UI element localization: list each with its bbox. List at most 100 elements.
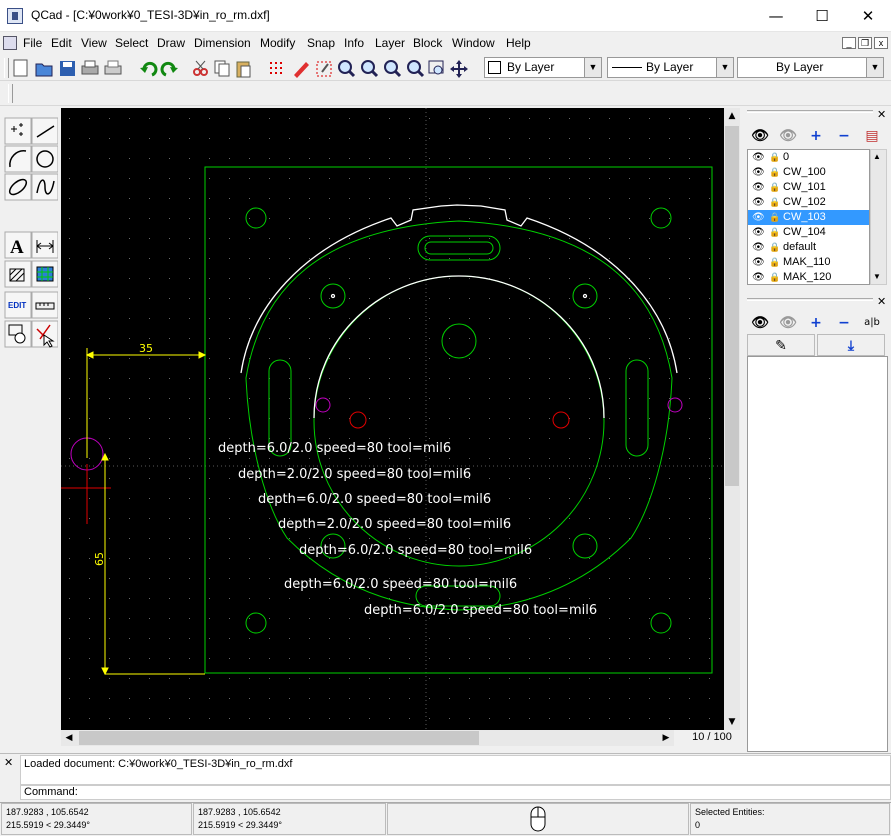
close-icon[interactable]: ✕ (4, 756, 13, 769)
menu-file[interactable]: File (23, 36, 42, 50)
hide-all-blocks-button[interactable]: 👁 (775, 312, 801, 334)
close-icon[interactable]: ✕ (877, 108, 886, 121)
lock-icon[interactable]: 🔒 (769, 225, 780, 240)
dock-grip[interactable] (747, 298, 873, 301)
layer-item[interactable]: 👁 🔒 default (748, 240, 869, 255)
lock-icon[interactable]: 🔒 (769, 195, 780, 210)
linetype-combo-value: By Layer (646, 60, 694, 74)
linewidth-combo[interactable]: By Layer ▼ (737, 57, 884, 78)
layer-list[interactable]: 👁 🔒 0 👁 🔒 CW_100 👁 🔒 CW_101 👁 🔒 CW_102 👁 🔒 CW_103 … (747, 149, 870, 285)
scroll-down-icon[interactable]: ▼ (873, 272, 881, 281)
eye-icon[interactable]: 👁 (752, 210, 765, 225)
menu-edit[interactable]: Edit (51, 36, 72, 50)
scroll-up-icon[interactable]: ▲ (873, 152, 881, 161)
lock-icon[interactable]: 🔒 (769, 240, 780, 255)
linetype-sample (612, 67, 642, 68)
drawing-canvas[interactable]: 35 65 depth=6.0/2.0 speed=80 tool=mil6 d… (61, 108, 724, 730)
layer-item-selected[interactable]: 👁 🔒 CW_103 (748, 210, 869, 225)
note-6: depth=6.0/2.0 speed=80 tool=mil6 (284, 577, 517, 592)
mdi-restore-button[interactable]: ❐ (858, 37, 872, 49)
scroll-right-icon[interactable]: ▶ (658, 730, 674, 746)
rename-block-button[interactable]: a|b (859, 312, 885, 334)
layer-item[interactable]: 👁 🔒 CW_102 (748, 195, 869, 210)
show-all-blocks-button[interactable]: 👁 (747, 312, 773, 334)
lock-icon[interactable]: 🔒 (769, 255, 780, 270)
menu-help[interactable]: Help (506, 36, 531, 50)
edit-layer-button[interactable]: ▤ (859, 125, 885, 147)
scroll-thumb[interactable] (725, 126, 739, 486)
remove-layer-button[interactable]: − (831, 125, 857, 147)
layer-item[interactable]: 👁 🔒 MAK_110 (748, 255, 869, 270)
lock-icon[interactable]: 🔒 (769, 210, 780, 225)
menu-view[interactable]: View (81, 36, 107, 50)
menu-layer[interactable]: Layer (375, 36, 405, 50)
eye-icon[interactable]: 👁 (752, 240, 765, 255)
eye-icon[interactable]: 👁 (752, 225, 765, 240)
menu-dimension[interactable]: Dimension (194, 36, 251, 50)
close-icon[interactable]: ✕ (877, 295, 886, 308)
scroll-left-icon[interactable]: ◀ (61, 730, 77, 746)
toolbar-grip[interactable] (4, 58, 9, 78)
menu-draw[interactable]: Draw (157, 36, 185, 50)
eye-icon[interactable]: 👁 (752, 195, 765, 210)
dim-35-label: 35 (139, 342, 153, 355)
dock-grip[interactable] (747, 110, 873, 113)
image-tool-icon (36, 266, 54, 282)
command-input[interactable]: Command: (20, 785, 891, 800)
scroll-up-icon[interactable]: ▲ (724, 108, 740, 124)
minimize-button[interactable]: — (753, 0, 799, 32)
color-combo-value: By Layer (507, 60, 555, 74)
menu-snap[interactable]: Snap (307, 36, 335, 50)
vertical-scrollbar[interactable]: ▲ ▼ (724, 108, 740, 730)
lock-icon[interactable]: 🔒 (769, 165, 780, 180)
open-icon (35, 63, 53, 77)
mdi-close-button[interactable]: x (874, 37, 888, 49)
color-combo[interactable]: By Layer ▼ (484, 57, 602, 78)
menu-block[interactable]: Block (413, 36, 442, 50)
linewidth-combo-value: By Layer (776, 60, 824, 74)
mdi-minimize-button[interactable]: _ (842, 37, 856, 49)
block-list[interactable] (747, 356, 888, 752)
drawing-svg[interactable]: 35 65 depth=6.0/2.0 speed=80 tool=mil6 d… (61, 108, 724, 730)
toolbar-grip[interactable] (8, 84, 13, 103)
edit-block-button[interactable]: ✎ (747, 334, 815, 356)
menu-info[interactable]: Info (344, 36, 364, 50)
eye-icon[interactable]: 👁 (752, 255, 765, 270)
close-button[interactable]: ✕ (845, 0, 891, 32)
add-layer-button[interactable]: + (803, 125, 829, 147)
eye-icon[interactable]: 👁 (752, 270, 765, 284)
scroll-down-icon[interactable]: ▼ (724, 714, 740, 730)
layer-item[interactable]: 👁 🔒 CW_104 (748, 225, 869, 240)
layer-list-scrollbar[interactable]: ▲ ▼ (870, 149, 887, 285)
measure-tool-icon (35, 302, 55, 310)
horizontal-scrollbar[interactable]: ◀ ▶ (61, 730, 674, 746)
layer-item[interactable]: 👁 🔒 0 (748, 150, 869, 165)
insert-block-button[interactable]: ⤓ (817, 334, 885, 356)
menu-modify[interactable]: Modify (260, 36, 295, 50)
lock-icon[interactable]: 🔒 (769, 270, 780, 284)
menu-window[interactable]: Window (452, 36, 495, 50)
draft-icon (294, 62, 309, 78)
remove-block-button[interactable]: − (831, 312, 857, 334)
eye-icon[interactable]: 👁 (752, 150, 765, 165)
zoom-auto-icon (384, 60, 402, 78)
hide-all-layers-button[interactable]: 👁 (775, 125, 801, 147)
scroll-thumb[interactable] (79, 731, 479, 745)
layer-item[interactable]: 👁 🔒 MAK_120 (748, 270, 869, 284)
layer-item[interactable]: 👁 🔒 CW_101 (748, 180, 869, 195)
linetype-combo[interactable]: By Layer ▼ (607, 57, 734, 78)
eye-icon[interactable]: 👁 (752, 165, 765, 180)
show-all-layers-button[interactable]: 👁 (747, 125, 773, 147)
layer-item[interactable]: 👁 🔒 CW_100 (748, 165, 869, 180)
add-block-button[interactable]: + (803, 312, 829, 334)
menu-select[interactable]: Select (115, 36, 148, 50)
layer-name: CW_100 (783, 166, 826, 178)
lock-icon[interactable]: 🔒 (769, 180, 780, 195)
lock-icon[interactable]: 🔒 (769, 150, 780, 165)
document-icon[interactable] (3, 36, 17, 50)
text-tool-icon: A (10, 237, 24, 258)
maximize-button[interactable]: ☐ (799, 0, 845, 32)
grid-dots (61, 108, 724, 730)
eye-icon[interactable]: 👁 (752, 180, 765, 195)
note-1: depth=6.0/2.0 speed=80 tool=mil6 (218, 441, 451, 456)
